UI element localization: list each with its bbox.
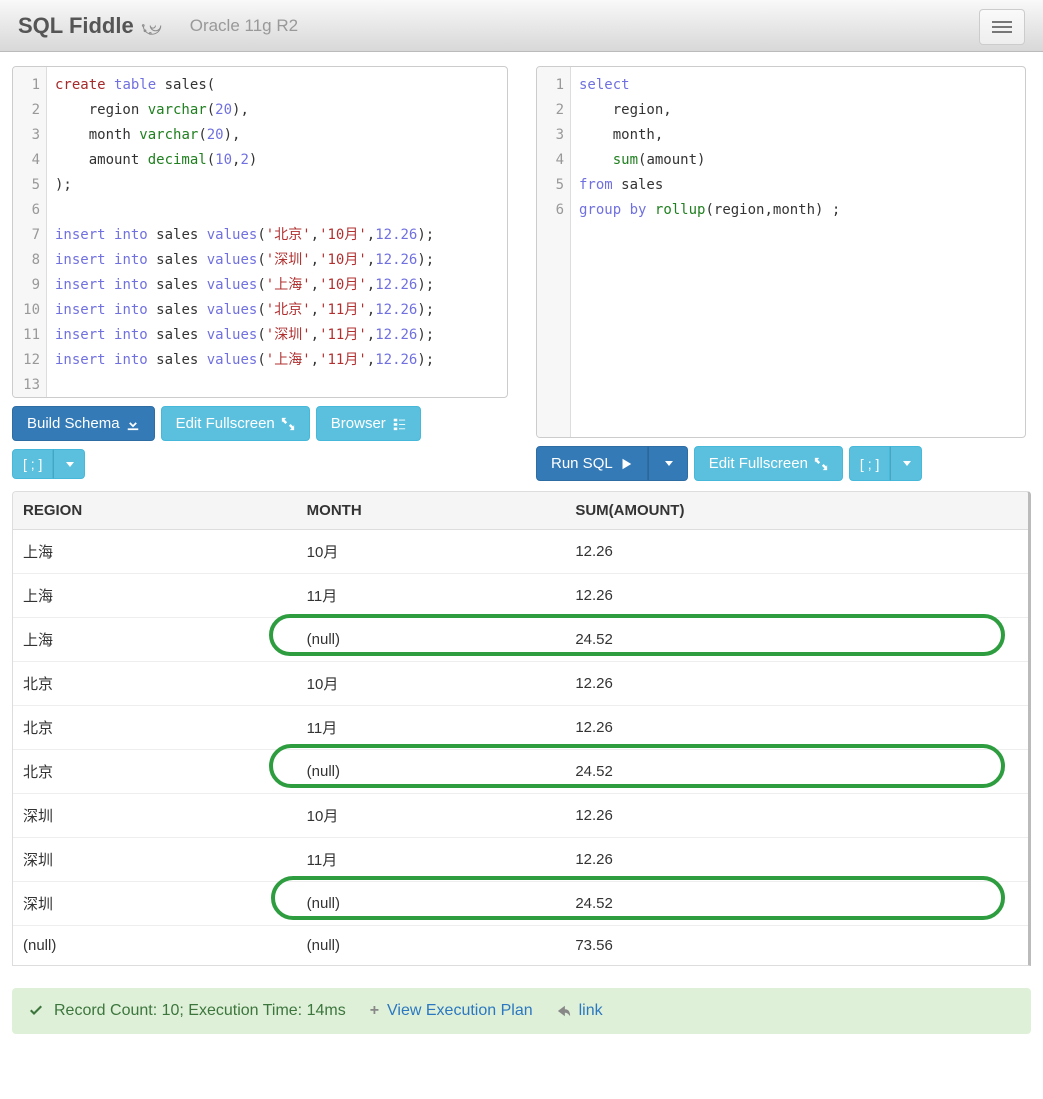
button-label: Build Schema — [27, 415, 120, 432]
button-label: Edit Fullscreen — [709, 455, 808, 472]
run-sql-dropdown[interactable] — [648, 446, 688, 481]
line-gutter: 12345678910111213 — [13, 67, 47, 397]
edit-fullscreen-button[interactable]: Edit Fullscreen — [161, 406, 310, 441]
table-row: 深圳(null)24.52 — [13, 882, 1028, 926]
schema-editor[interactable]: 12345678910111213 create table sales( re… — [12, 66, 508, 398]
cell: 北京 — [13, 662, 297, 706]
caret-down-icon — [665, 461, 673, 466]
table-row: 深圳11月12.26 — [13, 838, 1028, 882]
terminator-dropdown[interactable] — [53, 449, 85, 479]
share-icon — [557, 1004, 571, 1018]
cell: 11月 — [297, 838, 566, 882]
terminator-dropdown[interactable] — [890, 446, 922, 481]
play-icon — [619, 457, 633, 471]
column-header[interactable]: MONTH — [297, 492, 566, 530]
brand-text: SQL Fiddle — [18, 13, 134, 39]
cell: (null) — [297, 618, 566, 662]
table-row: (null)(null)73.56 — [13, 926, 1028, 966]
menu-toggle[interactable] — [979, 9, 1025, 45]
table-row: 北京11月12.26 — [13, 706, 1028, 750]
db-selector[interactable]: Oracle 11g R2 — [184, 15, 304, 37]
edit-fullscreen-button[interactable]: Edit Fullscreen — [694, 446, 843, 481]
cell: 24.52 — [565, 750, 1028, 794]
execution-plan-link[interactable]: View Execution Plan — [387, 1002, 533, 1020]
terminator-button[interactable]: [ ; ] — [849, 446, 890, 481]
permalink-link[interactable]: link — [579, 1002, 603, 1020]
cell: 12.26 — [565, 706, 1028, 750]
cell: 深圳 — [13, 794, 297, 838]
cell: 12.26 — [565, 794, 1028, 838]
cell: 上海 — [13, 618, 297, 662]
cell: 24.52 — [565, 882, 1028, 926]
table-row: 深圳10月12.26 — [13, 794, 1028, 838]
browser-button[interactable]: Browser — [316, 406, 421, 441]
caret-down-icon — [66, 462, 74, 467]
cell: (null) — [297, 926, 566, 966]
table-row: 上海11月12.26 — [13, 574, 1028, 618]
cell: 12.26 — [565, 574, 1028, 618]
table-row: 上海(null)24.52 — [13, 618, 1028, 662]
navbar: SQL Fiddle Oracle 11g R2 — [0, 0, 1043, 52]
download-icon — [126, 417, 140, 431]
button-label: Edit Fullscreen — [176, 415, 275, 432]
cell: 北京 — [13, 706, 297, 750]
table-row: 北京10月12.26 — [13, 662, 1028, 706]
cell: (null) — [297, 882, 566, 926]
tree-icon — [392, 417, 406, 431]
status-text: Record Count: 10; Execution Time: 14ms — [54, 1002, 346, 1020]
line-gutter: 123456 — [537, 67, 571, 437]
column-header[interactable]: SUM(AMOUNT) — [565, 492, 1028, 530]
run-sql-button[interactable]: Run SQL — [536, 446, 648, 481]
cell: (null) — [13, 926, 297, 966]
cell: 11月 — [297, 574, 566, 618]
brand[interactable]: SQL Fiddle — [18, 13, 166, 39]
terminator-button[interactable]: [ ; ] — [12, 449, 53, 479]
table-row: 北京(null)24.52 — [13, 750, 1028, 794]
cell: 12.26 — [565, 838, 1028, 882]
cell: 11月 — [297, 706, 566, 750]
cell: 深圳 — [13, 882, 297, 926]
cell: 12.26 — [565, 530, 1028, 574]
results-panel: REGIONMONTHSUM(AMOUNT) 上海10月12.26上海11月12… — [12, 491, 1031, 966]
button-label: Browser — [331, 415, 386, 432]
cell: 北京 — [13, 750, 297, 794]
column-header[interactable]: REGION — [13, 492, 297, 530]
cell: 24.52 — [565, 618, 1028, 662]
cell: 12.26 — [565, 662, 1028, 706]
expand-icon — [281, 417, 295, 431]
cell: 上海 — [13, 530, 297, 574]
cell: 上海 — [13, 574, 297, 618]
check-icon — [28, 1003, 44, 1019]
code-area[interactable]: create table sales( region varchar(20), … — [47, 67, 507, 397]
table-row: 上海10月12.26 — [13, 530, 1028, 574]
status-bar: Record Count: 10; Execution Time: 14ms +… — [12, 988, 1031, 1034]
cell: (null) — [297, 750, 566, 794]
cell: 10月 — [297, 530, 566, 574]
cell: 73.56 — [565, 926, 1028, 966]
expand-icon — [814, 457, 828, 471]
results-table: REGIONMONTHSUM(AMOUNT) 上海10月12.26上海11月12… — [13, 492, 1028, 965]
cell: 10月 — [297, 794, 566, 838]
code-area[interactable]: select region, month, sum(amount) from s… — [571, 67, 1025, 437]
build-schema-button[interactable]: Build Schema — [12, 406, 155, 441]
cell: 深圳 — [13, 838, 297, 882]
cell: 10月 — [297, 662, 566, 706]
button-label: Run SQL — [551, 455, 613, 472]
caret-down-icon — [903, 461, 911, 466]
plus-icon: + — [370, 1002, 379, 1020]
nautilus-icon — [138, 15, 166, 37]
query-editor[interactable]: 123456 select region, month, sum(amount)… — [536, 66, 1026, 438]
